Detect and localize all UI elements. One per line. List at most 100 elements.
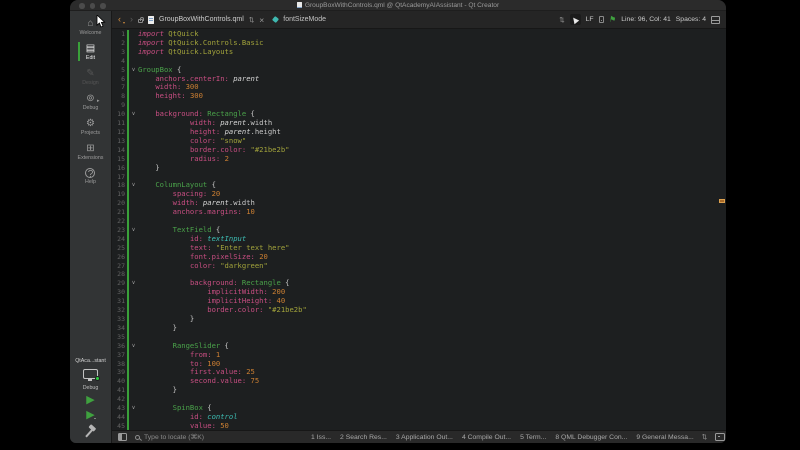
line-number[interactable]: 5 [112,66,127,75]
line-number[interactable]: 26 [112,253,127,262]
go-forward-button[interactable]: › [130,15,133,24]
maximize-button[interactable] [100,3,106,9]
line-number[interactable]: 4 [112,57,127,66]
line-number[interactable]: 10 [112,110,127,119]
line-number[interactable]: 38 [112,360,127,369]
line-number[interactable]: 30 [112,288,127,297]
build-config-label[interactable]: Debug [83,385,99,391]
line-number[interactable]: 35 [112,333,127,342]
line-number[interactable]: 22 [112,217,127,226]
close-button[interactable] [79,3,85,9]
line-number[interactable]: 28 [112,270,127,279]
code-text[interactable]: color: "darkgreen" [138,262,268,271]
line-number[interactable]: 43 [112,404,127,413]
fold-marker-icon[interactable]: ∨ [129,181,138,190]
minimize-button[interactable] [90,3,96,9]
line-number[interactable]: 33 [112,315,127,324]
code-line[interactable]: 41 } [112,386,726,395]
line-number[interactable]: 23 [112,226,127,235]
output-pane-button[interactable]: 5 Term... [520,434,546,441]
line-number[interactable]: 8 [112,92,127,101]
line-number[interactable]: 31 [112,297,127,306]
fold-marker-icon[interactable]: ∨ [129,342,138,351]
fold-marker-icon[interactable]: ∨ [129,279,138,288]
pin-document-icon[interactable] [138,19,143,23]
terminal-icon[interactable] [715,433,725,441]
code-line[interactable]: 3 import QtQuick.Layouts [112,48,726,57]
scrollbar-marker[interactable] [719,199,725,203]
mode-projects[interactable]: ⚙Projects [78,115,104,140]
line-number[interactable]: 34 [112,324,127,333]
code-text[interactable]: } [138,164,160,173]
analyze-flag-icon[interactable]: ⚑ [609,15,617,25]
code-text[interactable]: } [138,386,177,395]
line-number[interactable]: 21 [112,208,127,217]
document-dropdown-icon[interactable]: ⇅ [249,16,254,24]
line-number[interactable]: 44 [112,413,127,422]
mode-help[interactable]: ?Help [78,165,104,189]
kit-name[interactable]: QtAca...stant [75,358,106,364]
mode-edit[interactable]: ▤Edit [78,40,104,65]
left-sidebar-toggle-icon[interactable] [118,433,127,441]
kit-target-icon[interactable] [83,369,98,379]
code-line[interactable]: 21 anchors.margins: 10 [112,208,726,217]
code-line[interactable]: 34 } [112,324,726,333]
line-number[interactable]: 9 [112,101,127,110]
code-text[interactable]: import QtQuick.Layouts [138,48,233,57]
code-text[interactable]: } [138,324,177,333]
line-number[interactable]: 17 [112,173,127,182]
line-number[interactable]: 2 [112,39,127,48]
line-number[interactable]: 27 [112,262,127,271]
indent-setting[interactable]: Spaces: 4 [676,16,706,23]
line-number[interactable]: 39 [112,368,127,377]
output-pane-button[interactable]: 4 Compile Out... [462,434,511,441]
code-line[interactable]: 4 [112,57,726,66]
mode-extensions[interactable]: ⊞Extensions [78,140,104,165]
line-number[interactable]: 37 [112,351,127,360]
line-number[interactable]: 42 [112,395,127,404]
line-number[interactable]: 25 [112,244,127,253]
line-number[interactable]: 18 [112,181,127,190]
fold-marker-icon[interactable]: ∨ [129,66,138,75]
line-number[interactable]: 20 [112,199,127,208]
code-text[interactable]: anchors.margins: 10 [138,208,255,217]
mode-debug[interactable]: ⊚Debug▸ [78,90,104,115]
line-number[interactable]: 7 [112,83,127,92]
code-line[interactable]: 27 color: "darkgreen" [112,262,726,271]
line-number[interactable]: 32 [112,306,127,315]
line-number[interactable]: 3 [112,48,127,57]
back-history-dropdown-icon[interactable]: ▾ [123,20,125,28]
code-text[interactable]: value: 50 [138,422,229,430]
encoding-icon[interactable] [599,16,605,23]
line-number[interactable]: 19 [112,190,127,199]
line-number[interactable]: 16 [112,164,127,173]
line-number[interactable]: 14 [112,146,127,155]
output-pane-button[interactable]: 2 Search Res... [340,434,387,441]
line-number[interactable]: 45 [112,422,127,430]
code-line[interactable]: 45 value: 50 [112,422,726,430]
line-number[interactable]: 15 [112,155,127,164]
debug-submenu-arrow-icon[interactable]: ▸ [97,98,100,104]
symbol-selector[interactable]: fontSizeMode [283,16,326,23]
line-number[interactable]: 11 [112,119,127,128]
fold-marker-icon[interactable]: ∨ [129,110,138,119]
line-number[interactable]: 6 [112,75,127,84]
code-editor[interactable]: 1import QtQuick2import QtQuick.Controls.… [112,30,726,430]
symbol-updown-icon[interactable]: ⇅ [559,16,564,24]
line-ending-selector[interactable]: LF [586,16,594,23]
line-number[interactable]: 12 [112,128,127,137]
line-number[interactable]: 1 [112,30,127,39]
code-line[interactable]: 40 second.value: 75 [112,377,726,386]
line-number[interactable]: 41 [112,386,127,395]
line-number[interactable]: 36 [112,342,127,351]
code-line[interactable]: 7 width: 300 [112,83,726,92]
code-line[interactable]: 33 } [112,315,726,324]
annotation-toggle-button[interactable] [570,14,581,25]
close-document-button[interactable]: × [259,16,264,24]
line-number[interactable]: 13 [112,137,127,146]
line-number[interactable]: 24 [112,235,127,244]
build-button[interactable] [85,425,97,438]
open-document-name[interactable]: GroupBoxWithControls.qml [159,16,244,23]
code-text[interactable]: height: 300 [138,92,203,101]
code-line[interactable]: 15 radius: 2 [112,155,726,164]
